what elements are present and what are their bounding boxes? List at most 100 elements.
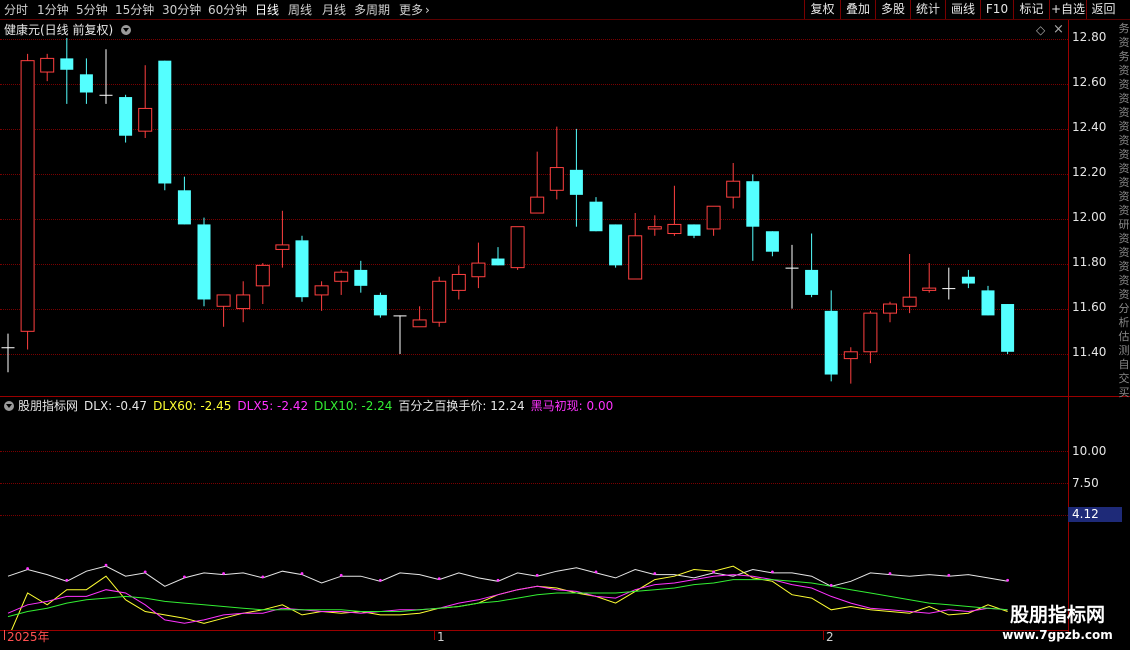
candle-body[interactable] xyxy=(843,351,858,360)
chevron-down-icon[interactable] xyxy=(4,401,14,411)
candle-body[interactable] xyxy=(1,347,15,349)
side-strip-tab[interactable]: 资 xyxy=(1118,204,1130,218)
candle-body[interactable] xyxy=(667,223,682,235)
candle-body[interactable] xyxy=(1001,304,1015,352)
candle-body[interactable] xyxy=(451,273,466,291)
candle-body[interactable] xyxy=(216,294,231,307)
side-strip-tab[interactable]: 资 xyxy=(1118,134,1130,148)
overlay-button[interactable]: 叠加 xyxy=(840,0,875,19)
side-strip-tab[interactable]: 测 xyxy=(1118,344,1130,358)
side-strip-tab[interactable]: 资 xyxy=(1118,288,1130,302)
candle-body[interactable] xyxy=(295,240,309,298)
f10-button[interactable]: F10 xyxy=(980,0,1013,19)
candle-body[interactable] xyxy=(334,271,349,282)
candle-body[interactable] xyxy=(706,205,721,230)
candle-body[interactable] xyxy=(942,288,956,290)
candle-body[interactable] xyxy=(255,264,270,287)
candle-body[interactable] xyxy=(373,294,387,316)
candle-body[interactable] xyxy=(99,94,113,96)
candle-body[interactable] xyxy=(589,201,603,232)
mark-button[interactable]: 标记 xyxy=(1013,0,1049,19)
candle-body[interactable] xyxy=(491,258,505,266)
period-tab-5min[interactable]: 5分钟 xyxy=(76,2,108,18)
side-strip-tab[interactable]: 资 xyxy=(1118,120,1130,134)
candle-body[interactable] xyxy=(20,60,35,332)
period-tab-30min[interactable]: 30分钟 xyxy=(162,2,201,18)
candle-body[interactable] xyxy=(60,58,74,70)
candle-body[interactable] xyxy=(647,226,662,230)
candle-body[interactable] xyxy=(275,244,290,250)
candle-body[interactable] xyxy=(902,296,917,307)
candle-body[interactable] xyxy=(687,224,701,236)
side-strip-tab[interactable]: 资 xyxy=(1118,190,1130,204)
side-strip-tab[interactable]: 资 xyxy=(1118,162,1130,176)
candle-body[interactable] xyxy=(412,319,427,328)
candle-body[interactable] xyxy=(197,224,211,300)
candle-body[interactable] xyxy=(961,276,975,284)
candle-body[interactable] xyxy=(569,169,583,195)
side-strip-tab[interactable]: 资 xyxy=(1118,36,1130,50)
fuquan-button[interactable]: 复权 xyxy=(804,0,840,19)
candle-body[interactable] xyxy=(824,310,838,375)
period-tab-weekly[interactable]: 周线 xyxy=(288,2,312,18)
side-strip-tab[interactable]: 研 xyxy=(1118,218,1130,232)
candle-body[interactable] xyxy=(471,262,486,278)
candle-body[interactable] xyxy=(805,269,819,295)
period-tab-daily[interactable]: 日线 xyxy=(255,2,279,18)
candle-body[interactable] xyxy=(628,235,643,280)
candle-body[interactable] xyxy=(549,167,564,191)
side-strip-tab[interactable]: 资 xyxy=(1118,176,1130,190)
candlestick-chart[interactable] xyxy=(0,22,1068,395)
side-strip-tab[interactable]: 析 xyxy=(1118,316,1130,330)
candle-body[interactable] xyxy=(432,280,447,323)
side-strip-tab[interactable]: 买 xyxy=(1118,386,1130,400)
statistics-button[interactable]: 统计 xyxy=(910,0,945,19)
candle-body[interactable] xyxy=(40,57,55,73)
add-watchlist-button[interactable]: +自选 xyxy=(1049,0,1086,19)
more-arrow-icon[interactable]: › xyxy=(425,2,430,18)
candle-body[interactable] xyxy=(510,226,525,269)
candle-body[interactable] xyxy=(236,294,251,310)
side-strip-tab[interactable]: 资 xyxy=(1118,92,1130,106)
candle-body[interactable] xyxy=(785,267,799,269)
side-strip-tab[interactable]: 资 xyxy=(1118,148,1130,162)
side-strip-tab[interactable]: 资 xyxy=(1118,78,1130,92)
side-strip-tab[interactable]: 资 xyxy=(1118,274,1130,288)
side-strip-tab[interactable]: 资 xyxy=(1118,106,1130,120)
side-strip-tab[interactable]: 交 xyxy=(1118,372,1130,386)
side-strip-tab[interactable]: 分 xyxy=(1118,302,1130,316)
candle-body[interactable] xyxy=(863,312,878,353)
period-tab-more[interactable]: 更多 xyxy=(399,2,423,18)
side-strip-tab[interactable]: 估 xyxy=(1118,330,1130,344)
candle-body[interactable] xyxy=(79,74,93,93)
period-tab-multi[interactable]: 多周期 xyxy=(354,2,390,18)
period-tab-monthly[interactable]: 月线 xyxy=(322,2,346,18)
candle-body[interactable] xyxy=(609,224,623,266)
candle-body[interactable] xyxy=(138,107,153,132)
side-strip-tab[interactable]: 自 xyxy=(1118,358,1130,372)
side-strip-tab[interactable]: 资 xyxy=(1118,64,1130,78)
candle-body[interactable] xyxy=(177,190,191,225)
candle-body[interactable] xyxy=(314,285,329,296)
candle-body[interactable] xyxy=(883,303,897,314)
side-strip-tab[interactable]: 资 xyxy=(1118,246,1130,260)
candle-body[interactable] xyxy=(746,181,760,227)
candle-body[interactable] xyxy=(981,290,995,316)
candle-body[interactable] xyxy=(530,196,545,214)
period-tab-1min[interactable]: 1分钟 xyxy=(37,2,69,18)
period-tab-15min[interactable]: 15分钟 xyxy=(115,2,154,18)
indicator-chart[interactable] xyxy=(0,420,1068,630)
candle-body[interactable] xyxy=(726,180,741,198)
side-strip-tab[interactable]: 务 xyxy=(1118,50,1130,64)
period-tab-fenshi[interactable]: 分时 xyxy=(4,2,28,18)
back-button[interactable]: 返回 xyxy=(1086,0,1120,19)
side-strip-tab[interactable]: 务 xyxy=(1118,22,1130,36)
candle-body[interactable] xyxy=(354,269,368,286)
candle-body[interactable] xyxy=(393,315,407,317)
multi-stock-button[interactable]: 多股 xyxy=(875,0,910,19)
candle-body[interactable] xyxy=(765,231,779,252)
period-tab-60min[interactable]: 60分钟 xyxy=(208,2,247,18)
candle-body[interactable] xyxy=(158,60,172,184)
side-strip-tab[interactable]: 资 xyxy=(1118,260,1130,274)
candle-body[interactable] xyxy=(922,287,937,291)
